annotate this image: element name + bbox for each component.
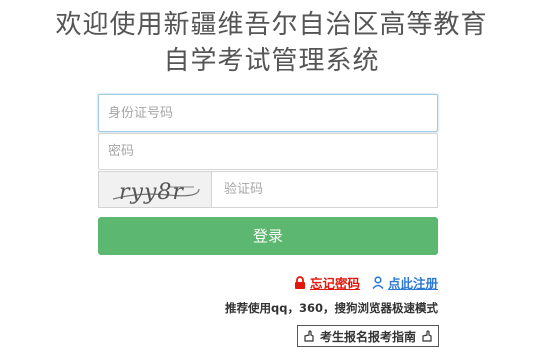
account-links: 忘记密码 点此注册 <box>294 273 438 291</box>
register-label: 点此注册 <box>387 275 438 291</box>
register-link[interactable]: 点此注册 <box>372 273 438 292</box>
id-number-input[interactable] <box>99 95 437 131</box>
page-title-line2: 自学考试管理系统 <box>163 46 380 76</box>
forgot-password-label: 忘记密码 <box>309 275 360 291</box>
password-field[interactable] <box>98 133 438 170</box>
lock-icon <box>294 275 305 289</box>
user-icon <box>372 275 384 289</box>
captcha-image[interactable]: ryy8r <box>98 171 211 208</box>
page-title-line1: 欢迎使用新疆维吾尔自治区高等教育 <box>55 10 488 40</box>
pointing-hand-icon <box>422 330 432 342</box>
captcha-text: ryy8r <box>119 180 184 205</box>
id-number-field[interactable] <box>98 94 438 132</box>
captcha-field[interactable] <box>211 171 438 208</box>
login-button[interactable]: 登录 <box>98 217 438 255</box>
forgot-password-link[interactable]: 忘记密码 <box>294 273 360 292</box>
pointing-hand-icon <box>304 330 314 342</box>
browser-tip: 推荐使用qq，360，搜狗浏览器极速模式 <box>225 301 438 315</box>
captcha-graphic: ryy8r <box>99 172 211 207</box>
login-page: 欢迎使用新疆维吾尔自治区高等教育 自学考试管理系统 ryy8r 登录 忘记密码 <box>0 0 543 360</box>
password-input[interactable] <box>99 134 437 169</box>
captcha-input[interactable] <box>212 172 437 207</box>
exam-guide-link[interactable]: 考生报名报考指南 <box>296 325 439 347</box>
captcha-row: ryy8r <box>98 171 438 208</box>
exam-guide-label: 考生报名报考指南 <box>319 329 416 344</box>
